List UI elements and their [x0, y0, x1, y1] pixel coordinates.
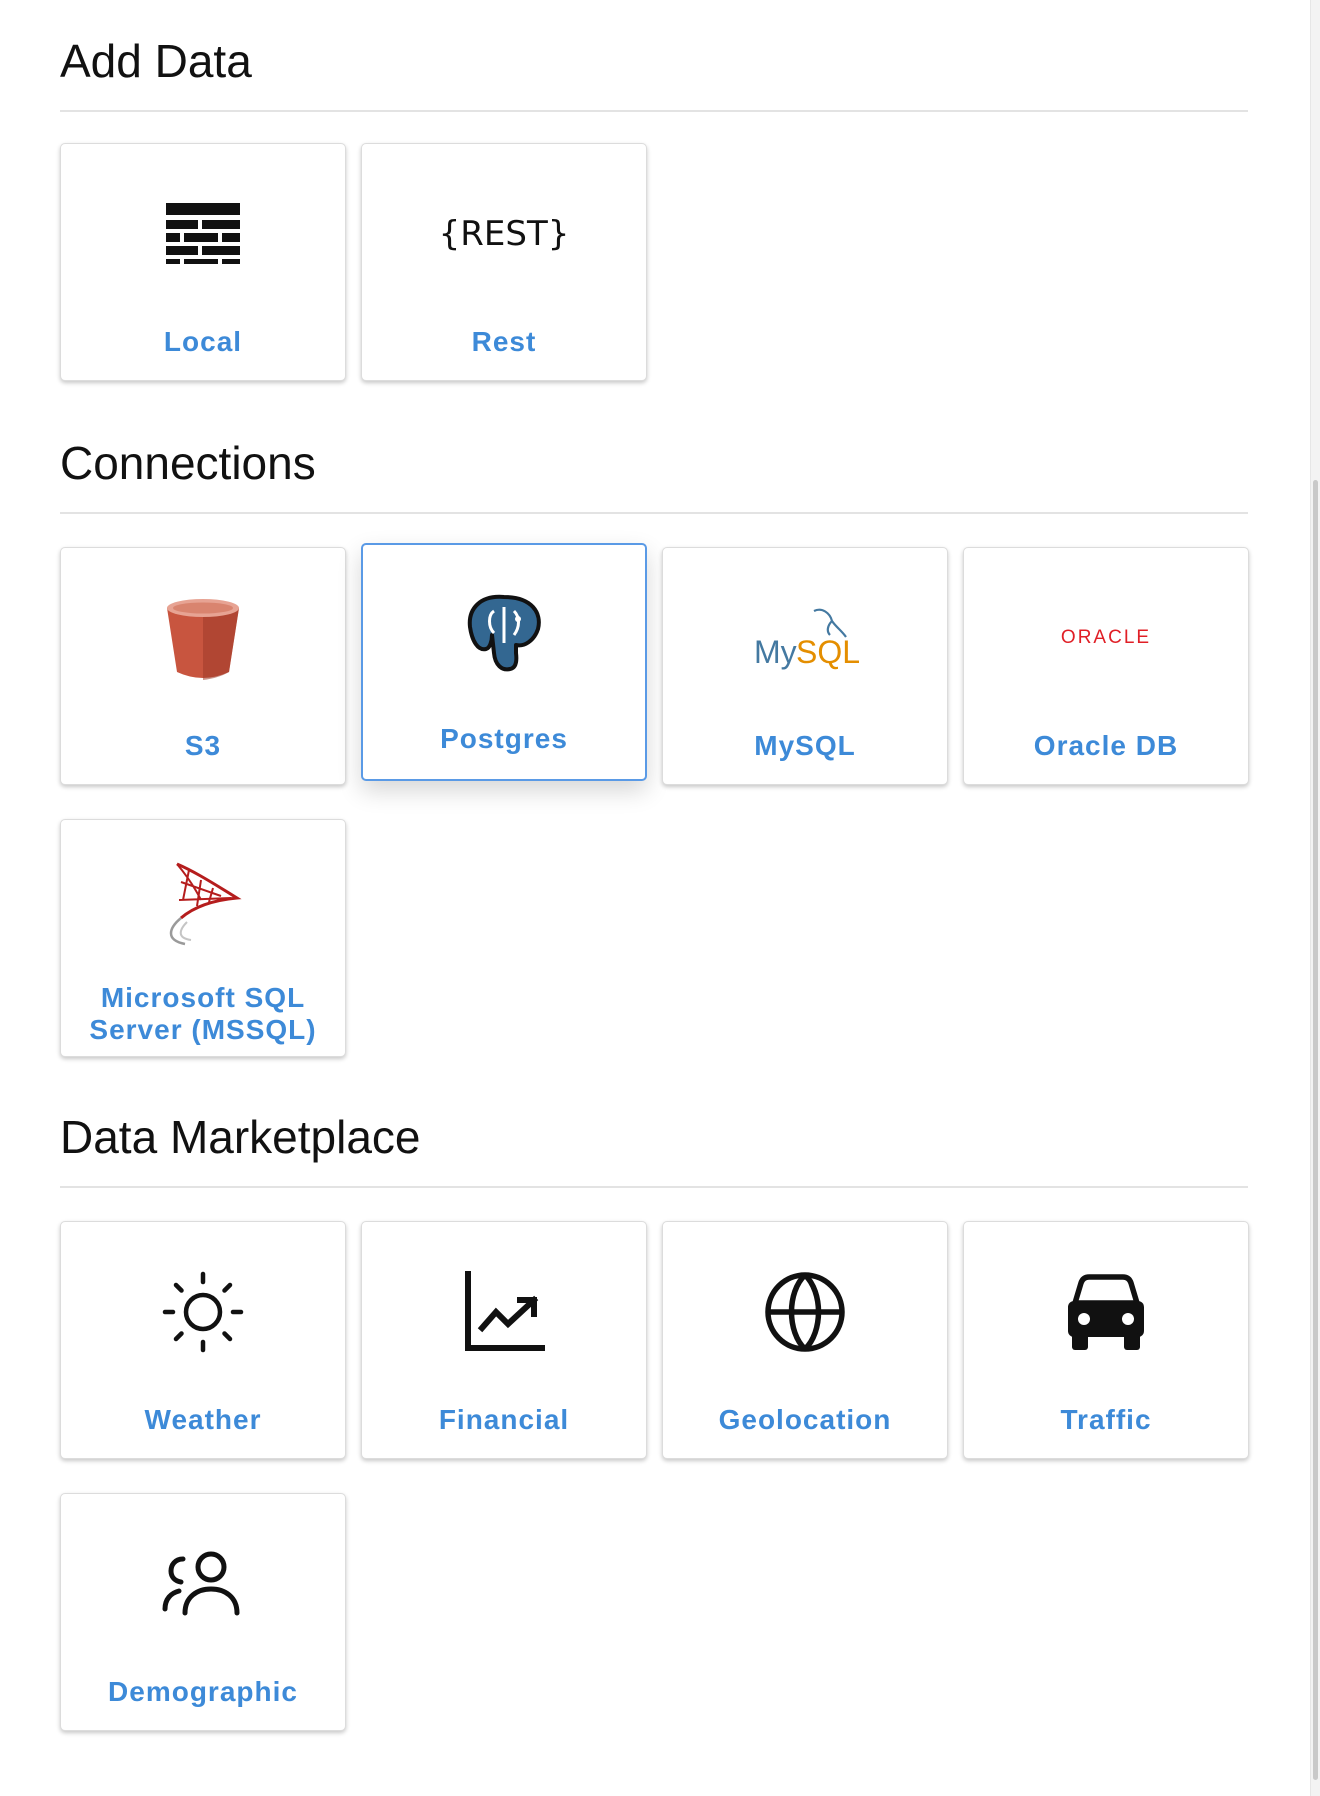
local-card[interactable]: Local — [60, 143, 346, 381]
card-label: Rest — [471, 326, 537, 357]
card-label: Oracle DB — [1033, 730, 1179, 761]
postgres-elephant-icon — [454, 583, 554, 683]
card-label: Financial — [438, 1404, 570, 1435]
card-label: Traffic — [1060, 1404, 1152, 1435]
connections-title: Connections — [60, 437, 316, 489]
mssql-card[interactable]: Microsoft SQL Server (MSSQL) — [60, 819, 346, 1057]
marketplace-section: Data Marketplace Weather Financial Geolo… — [60, 1106, 1249, 1731]
mssql-logo-icon — [153, 854, 253, 954]
rest-icon-text: {REST} — [438, 214, 570, 254]
card-label: Local — [163, 326, 243, 357]
card-label: Weather — [144, 1404, 262, 1435]
scrollbar-thumb[interactable] — [1313, 480, 1318, 1780]
car-icon — [1056, 1262, 1156, 1362]
people-icon — [153, 1534, 253, 1634]
traffic-card[interactable]: Traffic — [963, 1221, 1249, 1459]
brick-wall-icon — [153, 184, 253, 284]
demographic-card[interactable]: Demographic — [60, 1493, 346, 1731]
mysql-card[interactable]: My SQL MySQL — [662, 547, 948, 785]
connections-grid: S3 Postgres My SQL MySQL ORACLE Oracle D… — [60, 543, 1249, 1057]
rest-icon: {REST} — [434, 184, 574, 284]
svg-text:SQL: SQL — [796, 634, 860, 670]
add-data-title: Add Data — [60, 35, 252, 87]
geolocation-card[interactable]: Geolocation — [662, 1221, 948, 1459]
globe-icon — [755, 1262, 855, 1362]
rest-card[interactable]: {REST} Rest — [361, 143, 647, 381]
card-label: Microsoft SQL Server (MSSQL) — [89, 982, 317, 1045]
marketplace-grid: Weather Financial Geolocation Traffic De… — [60, 1221, 1249, 1731]
svg-text:My: My — [754, 634, 797, 670]
section-divider — [60, 1186, 1248, 1188]
s3-bucket-icon — [153, 588, 253, 688]
card-label: S3 — [184, 730, 222, 761]
oracle-logo-text: ORACLE — [1060, 627, 1152, 648]
section-divider — [60, 512, 1248, 514]
postgres-card[interactable]: Postgres — [361, 543, 647, 781]
card-label: Geolocation — [718, 1404, 892, 1435]
card-label: Demographic — [108, 1676, 298, 1707]
mysql-logo-icon: My SQL — [745, 588, 865, 688]
add-data-grid: Local {REST} Rest — [60, 143, 1248, 381]
add-data-panel: Add Data Local {REST} Rest Connections S… — [0, 0, 1310, 1796]
financial-card[interactable]: Financial — [361, 1221, 647, 1459]
oracle-card[interactable]: ORACLE Oracle DB — [963, 547, 1249, 785]
card-label: Postgres — [440, 723, 568, 754]
marketplace-title: Data Marketplace — [60, 1111, 421, 1163]
oracle-logo-icon: ORACLE — [1026, 588, 1186, 688]
s3-card[interactable]: S3 — [60, 547, 346, 785]
weather-card[interactable]: Weather — [60, 1221, 346, 1459]
add-data-section: Add Data Local {REST} Rest — [60, 30, 1248, 381]
trending-chart-icon — [454, 1262, 554, 1362]
connections-section: Connections S3 Postgres My SQL MySQL ORA… — [60, 432, 1249, 1057]
card-label: MySQL — [754, 730, 856, 761]
sun-icon — [153, 1262, 253, 1362]
section-divider — [60, 110, 1248, 112]
